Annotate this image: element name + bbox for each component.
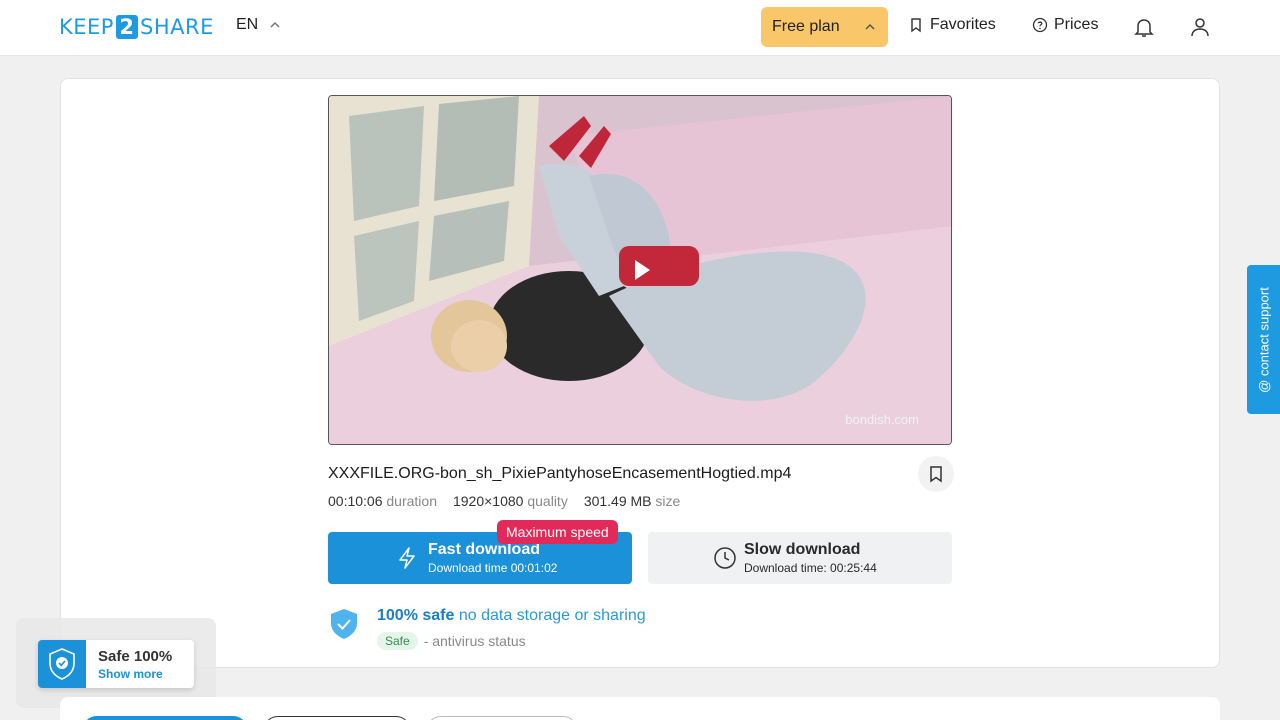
show-more-link[interactable]: Show more (98, 667, 163, 681)
favorites-link[interactable]: Favorites (908, 16, 996, 34)
contact-support-tab[interactable]: @ contact support (1247, 265, 1280, 414)
logo-text-right: SHARE (139, 15, 214, 39)
bell-icon[interactable] (1132, 15, 1156, 39)
add-favorite-button[interactable] (918, 456, 954, 492)
shield-check-icon (49, 648, 75, 680)
logo-text-left: KEEP (59, 15, 114, 39)
prices-label: Prices (1054, 16, 1099, 33)
size-label: size (655, 493, 681, 509)
prices-link[interactable]: Prices (1032, 16, 1098, 34)
slow-download-button[interactable]: Slow download Download time: 00:25:44 (648, 532, 952, 584)
lightning-icon (399, 547, 415, 569)
language-selector[interactable]: EN (236, 16, 282, 34)
safe-popup[interactable]: Safe 100% Show more (38, 640, 194, 688)
video-frame (329, 96, 951, 444)
antivirus-status: Safe - antivirus status (377, 632, 526, 650)
top-header: KEEP 2 SHARE EN Free plan Favorites Pric… (0, 0, 1280, 56)
max-speed-badge: Maximum speed (497, 520, 618, 544)
plan-button[interactable]: Free plan (761, 7, 888, 47)
meta-quality: 1920×1080 quality (453, 493, 568, 509)
resolution-value: 1920×1080 (452, 493, 524, 509)
fast-download-time: Download time 00:01:02 (428, 561, 558, 575)
bottom-tab-2[interactable] (263, 716, 411, 720)
bookmark-icon (911, 18, 921, 33)
status-badge: Safe (377, 632, 418, 650)
safety-rest: no data storage or sharing (458, 607, 646, 624)
chevron-up-icon (865, 23, 875, 30)
video-watermark: bondish.com (845, 412, 919, 427)
size-value: 301.49 MB (583, 493, 652, 509)
question-icon (1032, 17, 1048, 33)
language-label: EN (236, 16, 259, 33)
file-name: XXXFILE.ORG-bon_sh_PixiePantyhoseEncasem… (328, 465, 792, 482)
video-preview[interactable]: bondish.com (328, 95, 952, 445)
meta-size: 301.49 MB size (584, 493, 681, 509)
quality-label: quality (527, 493, 568, 509)
slow-download-time: Download time: 00:25:44 (744, 561, 877, 575)
bottom-tab-3[interactable] (426, 716, 578, 720)
logo-text-mid: 2 (115, 15, 138, 39)
plan-label: Free plan (772, 18, 840, 35)
safety-strong: 100% safe (377, 607, 455, 624)
logo[interactable]: KEEP 2 SHARE (59, 14, 214, 40)
file-meta: 00:10:06 duration 1920×1080 quality 301.… (328, 493, 680, 509)
status-text: - antivirus status (423, 633, 526, 649)
duration-label: duration (386, 493, 437, 509)
favorites-label: Favorites (930, 16, 996, 33)
clock-icon (714, 547, 736, 569)
user-icon[interactable] (1188, 15, 1212, 39)
contact-support-label: @ contact support (1256, 286, 1271, 393)
slow-download-title: Slow download (744, 541, 861, 558)
safety-statement: 100% safe no data storage or sharing (377, 607, 646, 625)
duration-value: 00:10:06 (328, 493, 383, 509)
popup-title: Safe 100% (98, 648, 173, 665)
popup-shield (38, 640, 86, 688)
bottom-tab-1[interactable] (82, 716, 248, 720)
meta-duration: 00:10:06 duration (328, 493, 437, 509)
bookmark-icon (930, 466, 942, 483)
chevron-up-icon (270, 21, 280, 28)
shield-check-icon (331, 609, 357, 639)
